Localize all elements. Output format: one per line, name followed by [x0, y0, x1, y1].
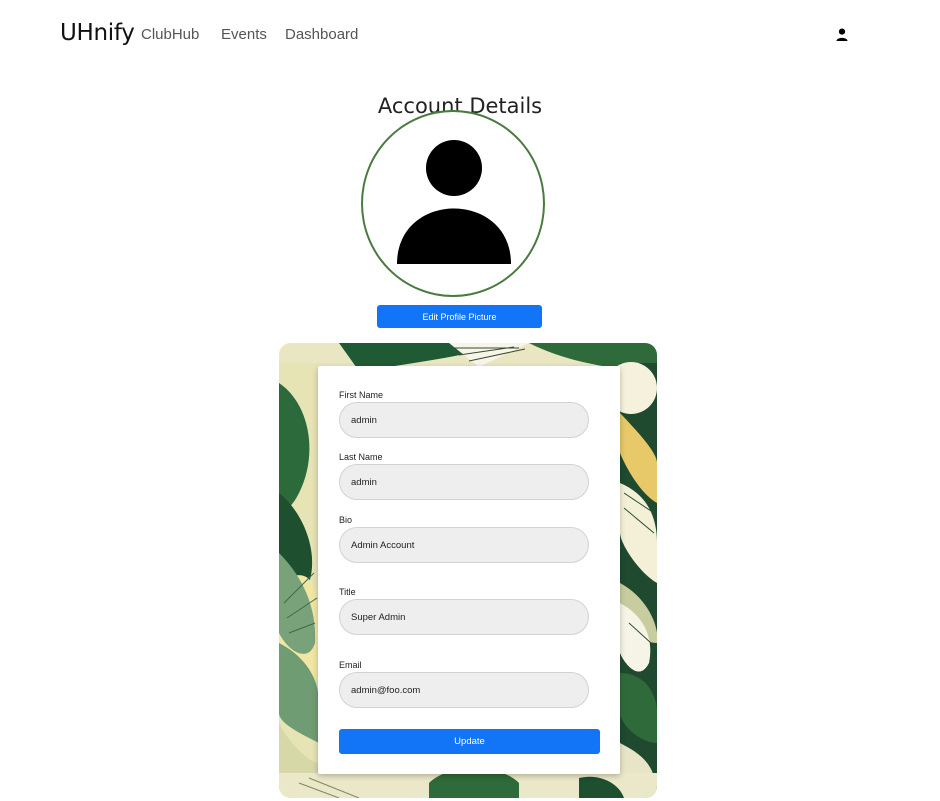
navbar: UHnify ClubHub Events Dashboard [0, 0, 940, 70]
bio-field[interactable] [339, 527, 589, 563]
title-label: Title [339, 587, 356, 597]
brand-logo[interactable]: UHnify [60, 20, 135, 46]
last-name-label: Last Name [339, 452, 383, 462]
nav-link-clubhub[interactable]: ClubHub [141, 26, 199, 43]
first-name-field[interactable] [339, 402, 589, 438]
update-button[interactable]: Update [339, 729, 600, 754]
email-field[interactable] [339, 672, 589, 708]
account-form: First Name Last Name Bio Title Email Upd… [318, 366, 620, 774]
nav-link-events[interactable]: Events [221, 26, 267, 43]
user-icon[interactable] [834, 27, 850, 43]
nav-link-dashboard[interactable]: Dashboard [285, 26, 358, 43]
title-field[interactable] [339, 599, 589, 635]
email-label: Email [339, 660, 362, 670]
first-name-label: First Name [339, 390, 384, 400]
bio-label: Bio [339, 515, 353, 525]
profile-placeholder-icon [397, 140, 511, 264]
last-name-field[interactable] [339, 464, 589, 500]
edit-profile-picture-button[interactable]: Edit Profile Picture [377, 305, 542, 328]
avatar [361, 110, 545, 297]
